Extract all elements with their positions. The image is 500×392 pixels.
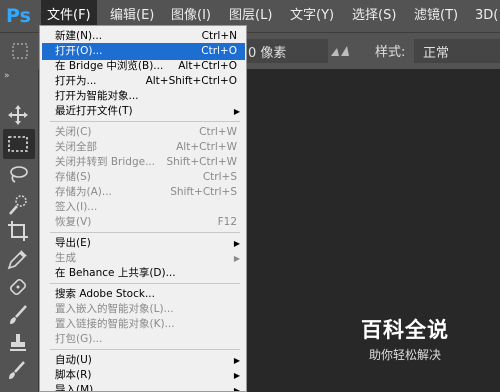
clone-stamp-icon[interactable]	[6, 331, 30, 355]
menu-item-revert[interactable]: 恢复(V) F12	[42, 214, 245, 231]
watermark-title: 百科全说	[361, 318, 449, 342]
watermark-subtitle: 助你轻松解决	[368, 348, 441, 362]
submenu-arrow-icon: ▶	[233, 107, 240, 116]
watermark: 百科全说 助你轻松解决	[350, 314, 460, 368]
file-menu: 新建(N)... Ctrl+N 打开(O)... Ctrl+O 在 Bridge…	[39, 25, 247, 392]
collapse-icon[interactable]: »	[4, 71, 10, 81]
menu-item-recent-files[interactable]: 最近打开文件(T) ▶	[42, 103, 245, 120]
menu-3d[interactable]: 3D(	[475, 0, 498, 32]
menu-separator	[50, 283, 240, 284]
menu-item-share-behance[interactable]: 在 Behance 上共享(D)...	[42, 265, 245, 282]
brush-icon[interactable]	[6, 303, 30, 327]
marquee-preset-icon[interactable]	[12, 43, 28, 59]
menu-select[interactable]: 选择(S)	[352, 0, 396, 32]
menu-type[interactable]: 文字(Y)	[290, 0, 334, 32]
width-value: 0 像素	[248, 46, 287, 61]
menu-separator	[50, 349, 240, 350]
crop-icon[interactable]	[6, 219, 30, 243]
style-dropdown[interactable]: 正常	[414, 39, 500, 63]
menu-separator	[50, 232, 240, 233]
rectangular-marquee-icon[interactable]	[6, 132, 30, 156]
lasso-icon[interactable]	[6, 163, 30, 187]
submenu-arrow-icon: ▶	[233, 386, 240, 392]
tools-panel: »	[0, 69, 38, 392]
photoshop-logo: Ps	[6, 5, 31, 27]
history-brush-icon[interactable]	[6, 359, 30, 383]
menu-filter[interactable]: 滤镜(T)	[414, 0, 458, 32]
width-field[interactable]: 0 像素	[246, 39, 328, 63]
healing-brush-icon[interactable]	[6, 275, 30, 299]
quick-selection-icon[interactable]	[6, 193, 30, 217]
menu-separator	[50, 121, 240, 122]
style-value: 正常	[423, 46, 450, 61]
move-tool-icon[interactable]	[6, 103, 30, 127]
style-label: 样式:	[375, 45, 406, 60]
swap-dimensions-icon[interactable]	[330, 43, 350, 57]
menu-item-package[interactable]: 打包(G)...	[42, 331, 245, 348]
menu-item-import[interactable]: 导入(M) ▶	[42, 382, 245, 392]
eyedropper-icon[interactable]	[6, 247, 30, 271]
